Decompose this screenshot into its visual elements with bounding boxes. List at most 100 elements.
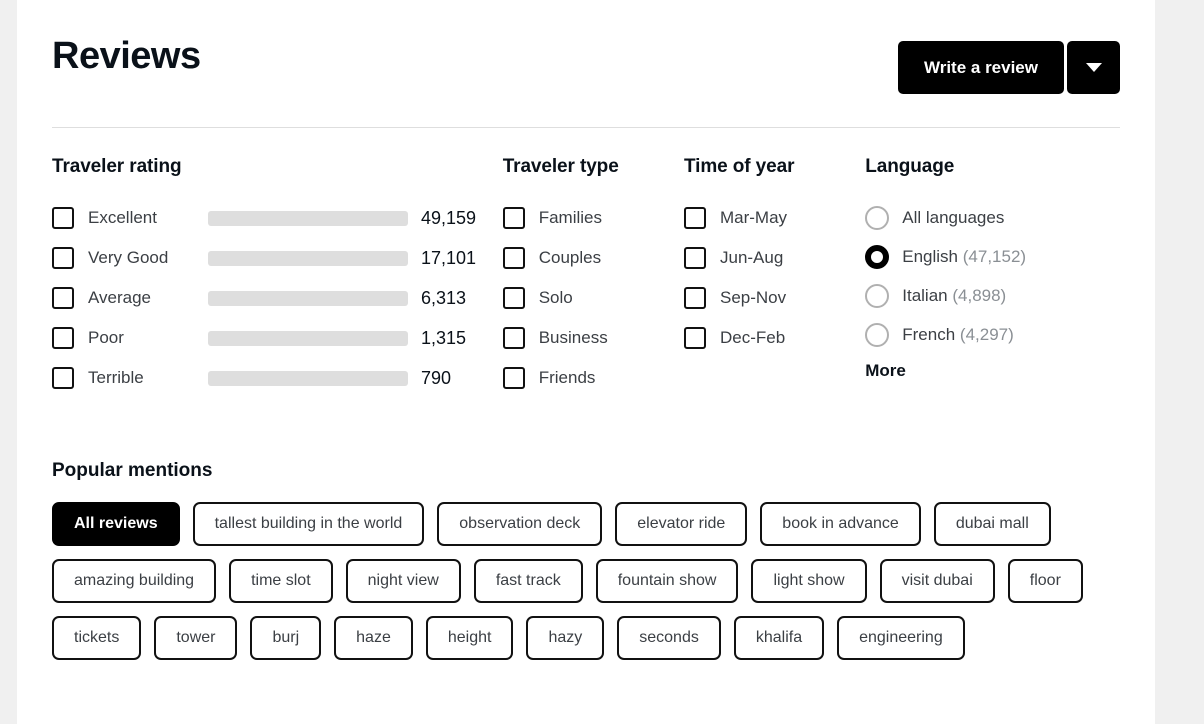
language-option-row: Italian (4,898) <box>865 276 1120 315</box>
rating-filter-row: Average 6,313 <box>52 278 503 318</box>
traveler-type-label: Couples <box>538 248 602 267</box>
filters-row: Traveler rating Excellent 49,159 Very Good… <box>52 156 1120 398</box>
language-radio[interactable] <box>865 244 890 269</box>
popular-mention-chip[interactable]: observation deck <box>437 502 603 546</box>
rating-bar-track <box>208 330 408 346</box>
time-of-year-list: Mar-May Jun-Aug Sep-Nov Dec-Feb <box>683 198 865 358</box>
language-count: (47,152) <box>962 246 1027 266</box>
popular-mentions-section: Popular mentions All reviews tallest buil… <box>52 460 1120 660</box>
popular-mention-chip[interactable]: haze <box>334 616 413 660</box>
language-option-row: All languages <box>865 198 1120 237</box>
time-of-year-label: Jun-Aug <box>719 248 784 267</box>
rating-count: 1,315 <box>421 327 467 348</box>
write-review-button[interactable]: Write a review <box>897 41 1064 94</box>
traveler-type-label: Families <box>538 208 603 227</box>
rating-count: 17,101 <box>421 247 477 268</box>
popular-mention-chip[interactable]: visit dubai <box>879 559 995 603</box>
popular-mention-chip[interactable]: light show <box>751 559 867 603</box>
popular-mention-chip[interactable]: fast track <box>473 559 583 603</box>
popular-mention-chip[interactable]: engineering <box>837 616 965 660</box>
rating-label: Very Good <box>88 248 169 267</box>
popular-mention-chip[interactable]: burj <box>250 616 322 660</box>
rating-checkbox[interactable] <box>52 287 74 309</box>
time-of-year-row: Jun-Aug <box>683 238 865 278</box>
traveler-type-checkbox[interactable] <box>502 287 525 309</box>
time-of-year-row: Mar-May <box>683 198 865 238</box>
traveler-type-label: Business <box>538 328 608 347</box>
traveler-type-checkbox[interactable] <box>502 247 525 269</box>
rating-bar-track <box>208 250 408 266</box>
language-heading: Language <box>865 156 955 177</box>
language-label: All languages <box>902 208 1004 228</box>
traveler-type-checkbox[interactable] <box>502 207 525 229</box>
write-review-dropdown-button[interactable] <box>1067 41 1120 94</box>
time-of-year-row: Sep-Nov <box>683 278 865 318</box>
rating-count: 49,159 <box>421 207 477 228</box>
popular-mention-chip[interactable]: book in advance <box>760 502 921 546</box>
language-label: English (47,152) <box>902 247 1026 267</box>
time-of-year-label: Sep-Nov <box>719 288 787 307</box>
popular-mention-chip[interactable]: fountain show <box>595 559 739 603</box>
popular-mention-chip[interactable]: tower <box>154 616 238 660</box>
reviews-page: Reviews Write a review Traveler rating E… <box>0 0 1204 724</box>
rating-checkbox[interactable] <box>52 247 74 269</box>
popular-mention-chip[interactable]: night view <box>345 559 461 603</box>
time-of-year-checkbox[interactable] <box>683 247 706 269</box>
language-radio[interactable] <box>865 322 890 347</box>
traveler-rating-heading: Traveler rating <box>52 156 182 177</box>
rating-filter-row: Excellent 49,159 <box>52 198 503 238</box>
time-of-year-checkbox[interactable] <box>683 207 706 229</box>
popular-mention-chip[interactable]: time slot <box>229 559 333 603</box>
popular-mention-chip[interactable]: seconds <box>617 616 721 660</box>
popular-mention-chip[interactable]: dubai mall <box>933 502 1051 546</box>
language-option-row: English (47,152) <box>865 237 1120 276</box>
rating-bar-track <box>208 290 408 306</box>
popular-mention-chip[interactable]: floor <box>1007 559 1083 603</box>
page-title: Reviews <box>52 35 201 77</box>
traveler-type-row: Couples <box>502 238 684 278</box>
time-of-year-label: Dec-Feb <box>719 328 786 347</box>
traveler-type-checkbox[interactable] <box>502 367 525 389</box>
popular-mention-chip[interactable]: amazing building <box>52 559 217 603</box>
language-more-link[interactable]: More <box>865 361 906 381</box>
popular-mention-chip[interactable]: khalifa <box>733 616 825 660</box>
rating-checkbox[interactable] <box>52 207 74 229</box>
rating-filter-row: Terrible 790 <box>52 358 503 398</box>
language-option-row: French (4,297) <box>865 315 1120 354</box>
time-of-year-checkbox[interactable] <box>683 287 706 309</box>
rating-bar-track <box>208 370 408 386</box>
rating-count: 790 <box>421 367 452 388</box>
rating-label: Excellent <box>88 208 157 227</box>
reviews-header: Reviews Write a review <box>52 0 1120 94</box>
popular-mention-chip[interactable]: tickets <box>52 616 142 660</box>
traveler-rating-column: Traveler rating Excellent 49,159 Very Good… <box>52 156 503 398</box>
popular-mention-chip[interactable]: tallest building in the world <box>192 502 425 546</box>
rating-label: Average <box>88 288 152 307</box>
popular-mentions-heading: Popular mentions <box>52 460 213 481</box>
language-name: All languages <box>902 207 1005 227</box>
traveler-type-checkbox[interactable] <box>502 327 525 349</box>
traveler-type-row: Friends <box>502 358 684 398</box>
rating-checkbox[interactable] <box>52 367 74 389</box>
rating-count: 6,313 <box>421 287 467 308</box>
language-name: English <box>902 246 959 266</box>
reviews-content-card: Reviews Write a review Traveler rating E… <box>17 0 1155 724</box>
language-name: Italian <box>902 285 948 305</box>
language-column: Language All languages English (47,152) It… <box>865 156 1120 398</box>
traveler-type-label: Solo <box>538 288 573 307</box>
popular-mention-chip[interactable]: hazy <box>526 616 605 660</box>
language-radio[interactable] <box>865 205 890 230</box>
time-of-year-checkbox[interactable] <box>683 327 706 349</box>
language-label: Italian (4,898) <box>902 286 1006 306</box>
traveler-type-row: Solo <box>502 278 684 318</box>
popular-mention-chip[interactable]: elevator ride <box>615 502 748 546</box>
language-radio[interactable] <box>865 283 890 308</box>
header-divider <box>52 127 1120 128</box>
popular-mention-chip[interactable]: height <box>425 616 514 660</box>
rating-checkbox[interactable] <box>52 327 74 349</box>
rating-filter-row: Poor 1,315 <box>52 318 503 358</box>
language-count: (4,297) <box>959 324 1014 344</box>
language-label: French (4,297) <box>902 325 1014 345</box>
traveler-type-heading: Traveler type <box>502 156 619 177</box>
popular-mention-chip[interactable]: All reviews <box>52 502 180 546</box>
